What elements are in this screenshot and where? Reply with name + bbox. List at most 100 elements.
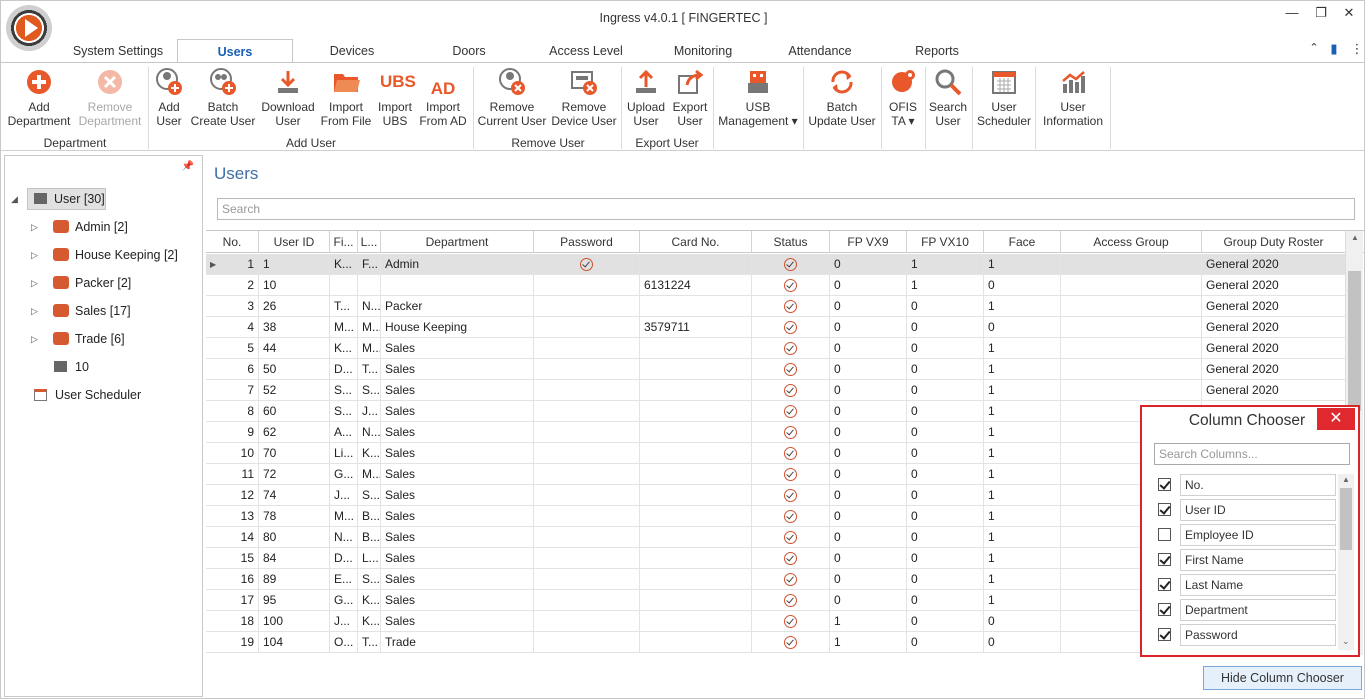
- cell-face[interactable]: 0: [984, 275, 1061, 296]
- column-checkbox[interactable]: [1158, 603, 1171, 616]
- cell-card-no[interactable]: [640, 296, 752, 317]
- cell-user-id[interactable]: 104: [259, 632, 330, 653]
- cell-first-name[interactable]: D...: [330, 548, 358, 569]
- cell-group-duty-roster[interactable]: General 2020: [1202, 317, 1346, 338]
- cell-card-no[interactable]: [640, 590, 752, 611]
- expand-triangle-icon[interactable]: ▷: [31, 272, 38, 294]
- tab-attendance[interactable]: Attendance: [781, 39, 859, 62]
- download-user-button[interactable]: Download User: [258, 67, 318, 135]
- cell-last-name[interactable]: M...: [358, 338, 381, 359]
- cell-user-id[interactable]: 10: [259, 275, 330, 296]
- cell-password[interactable]: [534, 422, 640, 443]
- column-checkbox[interactable]: [1158, 528, 1171, 541]
- expand-triangle-icon[interactable]: ▷: [31, 244, 38, 266]
- table-row[interactable]: 5 44 K... M... Sales 0 0 1 General 2020: [206, 338, 1346, 359]
- column-list-scrollbar[interactable]: ▲ ⌄: [1338, 474, 1354, 650]
- cell-password[interactable]: [534, 296, 640, 317]
- cell-department[interactable]: Admin: [381, 254, 534, 275]
- column-option[interactable]: No.: [1150, 473, 1336, 498]
- cell-first-name[interactable]: G...: [330, 464, 358, 485]
- cell-face[interactable]: 1: [984, 464, 1061, 485]
- cell-password[interactable]: [534, 401, 640, 422]
- cell-status[interactable]: [752, 632, 830, 653]
- chevron-down-icon[interactable]: ⌄: [1342, 636, 1350, 647]
- column-option[interactable]: First Name: [1150, 548, 1336, 573]
- cell-user-id[interactable]: 100: [259, 611, 330, 632]
- cell-user-id[interactable]: 78: [259, 506, 330, 527]
- cell-fp-vx10[interactable]: 0: [907, 422, 984, 443]
- cell-face[interactable]: 1: [984, 380, 1061, 401]
- column-header-fp-vx9[interactable]: FP VX9: [830, 231, 907, 253]
- column-header-no[interactable]: No.: [206, 231, 259, 253]
- cell-fp-vx9[interactable]: 1: [830, 632, 907, 653]
- user-information-button[interactable]: User Information: [1038, 67, 1108, 135]
- user-scheduler-button[interactable]: User Scheduler: [975, 67, 1033, 135]
- cell-group-duty-roster[interactable]: General 2020: [1202, 359, 1346, 380]
- cell-fp-vx9[interactable]: 0: [830, 569, 907, 590]
- cell-face[interactable]: 1: [984, 485, 1061, 506]
- cell-first-name[interactable]: K...: [330, 254, 358, 275]
- cell-fp-vx10[interactable]: 0: [907, 380, 984, 401]
- add-user-button[interactable]: Add User: [151, 67, 187, 135]
- cell-last-name[interactable]: N...: [358, 422, 381, 443]
- cell-status[interactable]: [752, 527, 830, 548]
- cell-fp-vx10[interactable]: 0: [907, 569, 984, 590]
- cell-department[interactable]: [381, 275, 534, 296]
- cell-no[interactable]: 11: [206, 464, 259, 485]
- cell-group-duty-roster[interactable]: General 2020: [1202, 254, 1346, 275]
- cell-user-id[interactable]: 38: [259, 317, 330, 338]
- column-header-group-duty-roster[interactable]: Group Duty Roster: [1202, 231, 1346, 253]
- cell-face[interactable]: 1: [984, 359, 1061, 380]
- cell-first-name[interactable]: O...: [330, 632, 358, 653]
- cell-password[interactable]: [534, 464, 640, 485]
- cell-face[interactable]: 1: [984, 527, 1061, 548]
- cell-last-name[interactable]: M...: [358, 317, 381, 338]
- column-header-last-name[interactable]: L...: [358, 231, 381, 253]
- cell-fp-vx9[interactable]: 0: [830, 338, 907, 359]
- cell-access-group[interactable]: [1061, 254, 1202, 275]
- cell-no[interactable]: 2: [206, 275, 259, 296]
- cell-fp-vx9[interactable]: 0: [830, 401, 907, 422]
- cell-card-no[interactable]: [640, 359, 752, 380]
- cell-status[interactable]: [752, 611, 830, 632]
- table-row[interactable]: ▶ 1 1 K... F... Admin 0 1 1 General 2020: [206, 254, 1346, 275]
- batch-update-user-button[interactable]: Batch Update User: [806, 67, 878, 135]
- cell-last-name[interactable]: T...: [358, 359, 381, 380]
- column-option[interactable]: Employee ID: [1150, 523, 1336, 548]
- usb-management-button[interactable]: USB Management ▾: [716, 67, 800, 135]
- cell-card-no[interactable]: [640, 338, 752, 359]
- column-header-password[interactable]: Password: [534, 231, 640, 253]
- cell-department[interactable]: Sales: [381, 527, 534, 548]
- cell-first-name[interactable]: S...: [330, 401, 358, 422]
- cell-status[interactable]: [752, 548, 830, 569]
- cell-fp-vx9[interactable]: 0: [830, 485, 907, 506]
- cell-department[interactable]: Sales: [381, 464, 534, 485]
- cell-fp-vx9[interactable]: 0: [830, 464, 907, 485]
- cell-first-name[interactable]: J...: [330, 485, 358, 506]
- cell-user-id[interactable]: 52: [259, 380, 330, 401]
- cell-card-no[interactable]: [640, 527, 752, 548]
- cell-fp-vx10[interactable]: 0: [907, 611, 984, 632]
- cell-fp-vx10[interactable]: 0: [907, 296, 984, 317]
- cell-department[interactable]: Sales: [381, 380, 534, 401]
- cell-department[interactable]: Sales: [381, 506, 534, 527]
- cell-no[interactable]: 17: [206, 590, 259, 611]
- cell-department[interactable]: Packer: [381, 296, 534, 317]
- column-checkbox[interactable]: [1158, 628, 1171, 641]
- cell-status[interactable]: [752, 506, 830, 527]
- cell-status[interactable]: [752, 254, 830, 275]
- cell-status[interactable]: [752, 422, 830, 443]
- cell-fp-vx10[interactable]: 0: [907, 443, 984, 464]
- cell-first-name[interactable]: M...: [330, 506, 358, 527]
- cell-no[interactable]: 3: [206, 296, 259, 317]
- column-option[interactable]: Last Name: [1150, 573, 1336, 598]
- upload-user-button[interactable]: Upload User: [624, 67, 668, 135]
- cell-department[interactable]: Trade: [381, 632, 534, 653]
- cell-card-no[interactable]: [640, 548, 752, 569]
- expand-triangle-icon[interactable]: ▷: [31, 328, 38, 350]
- close-icon[interactable]: ✕: [1317, 408, 1355, 430]
- collapse-triangle-icon[interactable]: ◢: [11, 188, 18, 210]
- cell-card-no[interactable]: [640, 422, 752, 443]
- cell-first-name[interactable]: E...: [330, 569, 358, 590]
- cell-face[interactable]: 1: [984, 296, 1061, 317]
